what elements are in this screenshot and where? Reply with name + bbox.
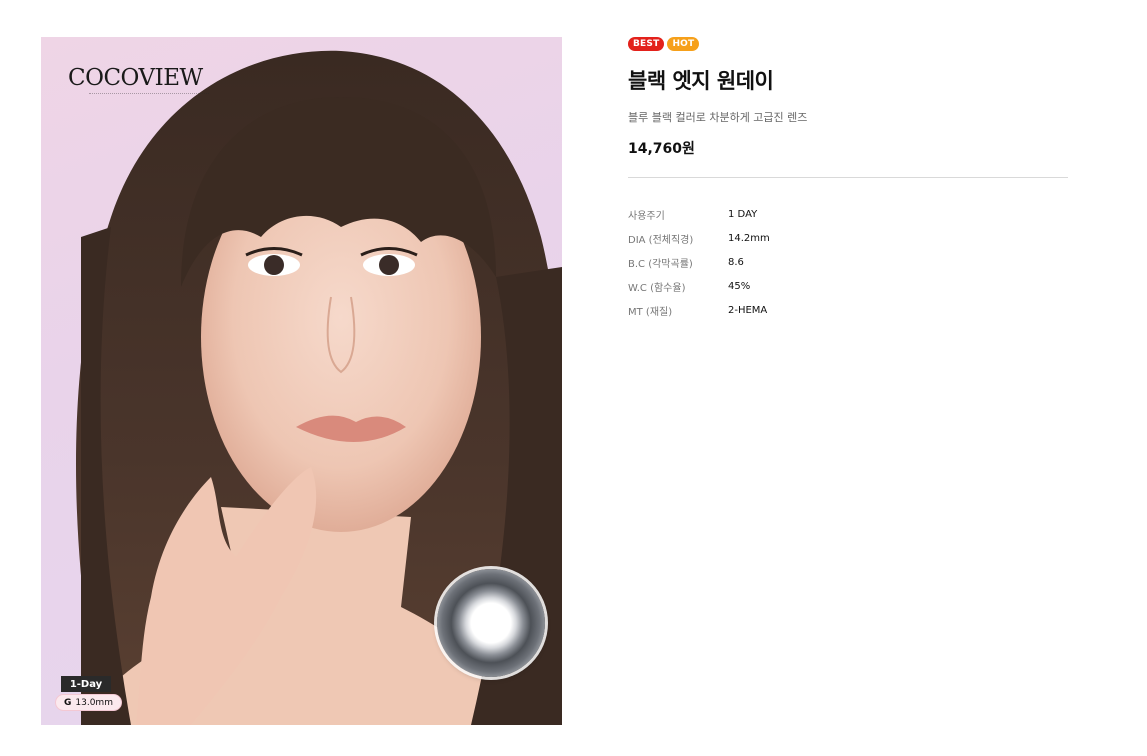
- spec-table: 사용주기 1 DAY DIA (전체직경) 14.2mm B.C (각막곡률) …: [628, 202, 1068, 322]
- dia-tag-value: 13.0mm: [75, 697, 113, 708]
- spec-value: 14.2mm: [728, 232, 770, 244]
- hot-badge: HOT: [667, 37, 700, 51]
- product-subtitle: 블루 블랙 컬러로 차분하게 고급진 렌즈: [628, 111, 808, 124]
- divider: [628, 177, 1068, 178]
- spec-row-material: MT (재질) 2-HEMA: [628, 298, 1068, 322]
- cycle-tag: 1-Day: [61, 676, 111, 692]
- spec-row-bc: B.C (각막곡률) 8.6: [628, 250, 1068, 274]
- spec-value: 2-HEMA: [728, 304, 768, 316]
- brand-logo-tagline-line: [89, 93, 209, 96]
- spec-value: 45%: [728, 280, 751, 292]
- badge-row: BEST HOT: [628, 37, 1068, 52]
- spec-label: B.C (각막곡률): [628, 258, 693, 270]
- product-title: 블랙 엣지 원데이: [628, 69, 774, 93]
- spec-row-wc: W.C (함수율) 45%: [628, 274, 1068, 298]
- spec-label: W.C (함수율): [628, 282, 686, 294]
- product-info-panel: BEST HOT 블랙 엣지 원데이 블루 블랙 컬러로 차분하게 고급진 렌즈…: [628, 37, 1068, 322]
- spec-value: 8.6: [728, 256, 744, 268]
- product-main-image[interactable]: COCOVIEW 1-Day G 13.0mm: [41, 37, 562, 725]
- dia-tag: G 13.0mm: [55, 694, 122, 711]
- spec-label: DIA (전체직경): [628, 234, 694, 246]
- dia-tag-prefix: G: [64, 697, 72, 708]
- spec-label: 사용주기: [628, 210, 665, 222]
- spec-label: MT (재질): [628, 306, 673, 318]
- spec-row-dia: DIA (전체직경) 14.2mm: [628, 226, 1068, 250]
- spec-value: 1 DAY: [728, 208, 758, 220]
- best-badge: BEST: [628, 37, 665, 51]
- brand-logo: COCOVIEW: [68, 65, 203, 91]
- product-detail-page: COCOVIEW 1-Day G 13.0mm BEST HOT 블랙 엣지 원…: [0, 0, 1147, 756]
- lens-sample-image: [437, 569, 545, 677]
- spec-row-cycle: 사용주기 1 DAY: [628, 202, 1068, 226]
- product-price: 14,760원: [628, 141, 695, 157]
